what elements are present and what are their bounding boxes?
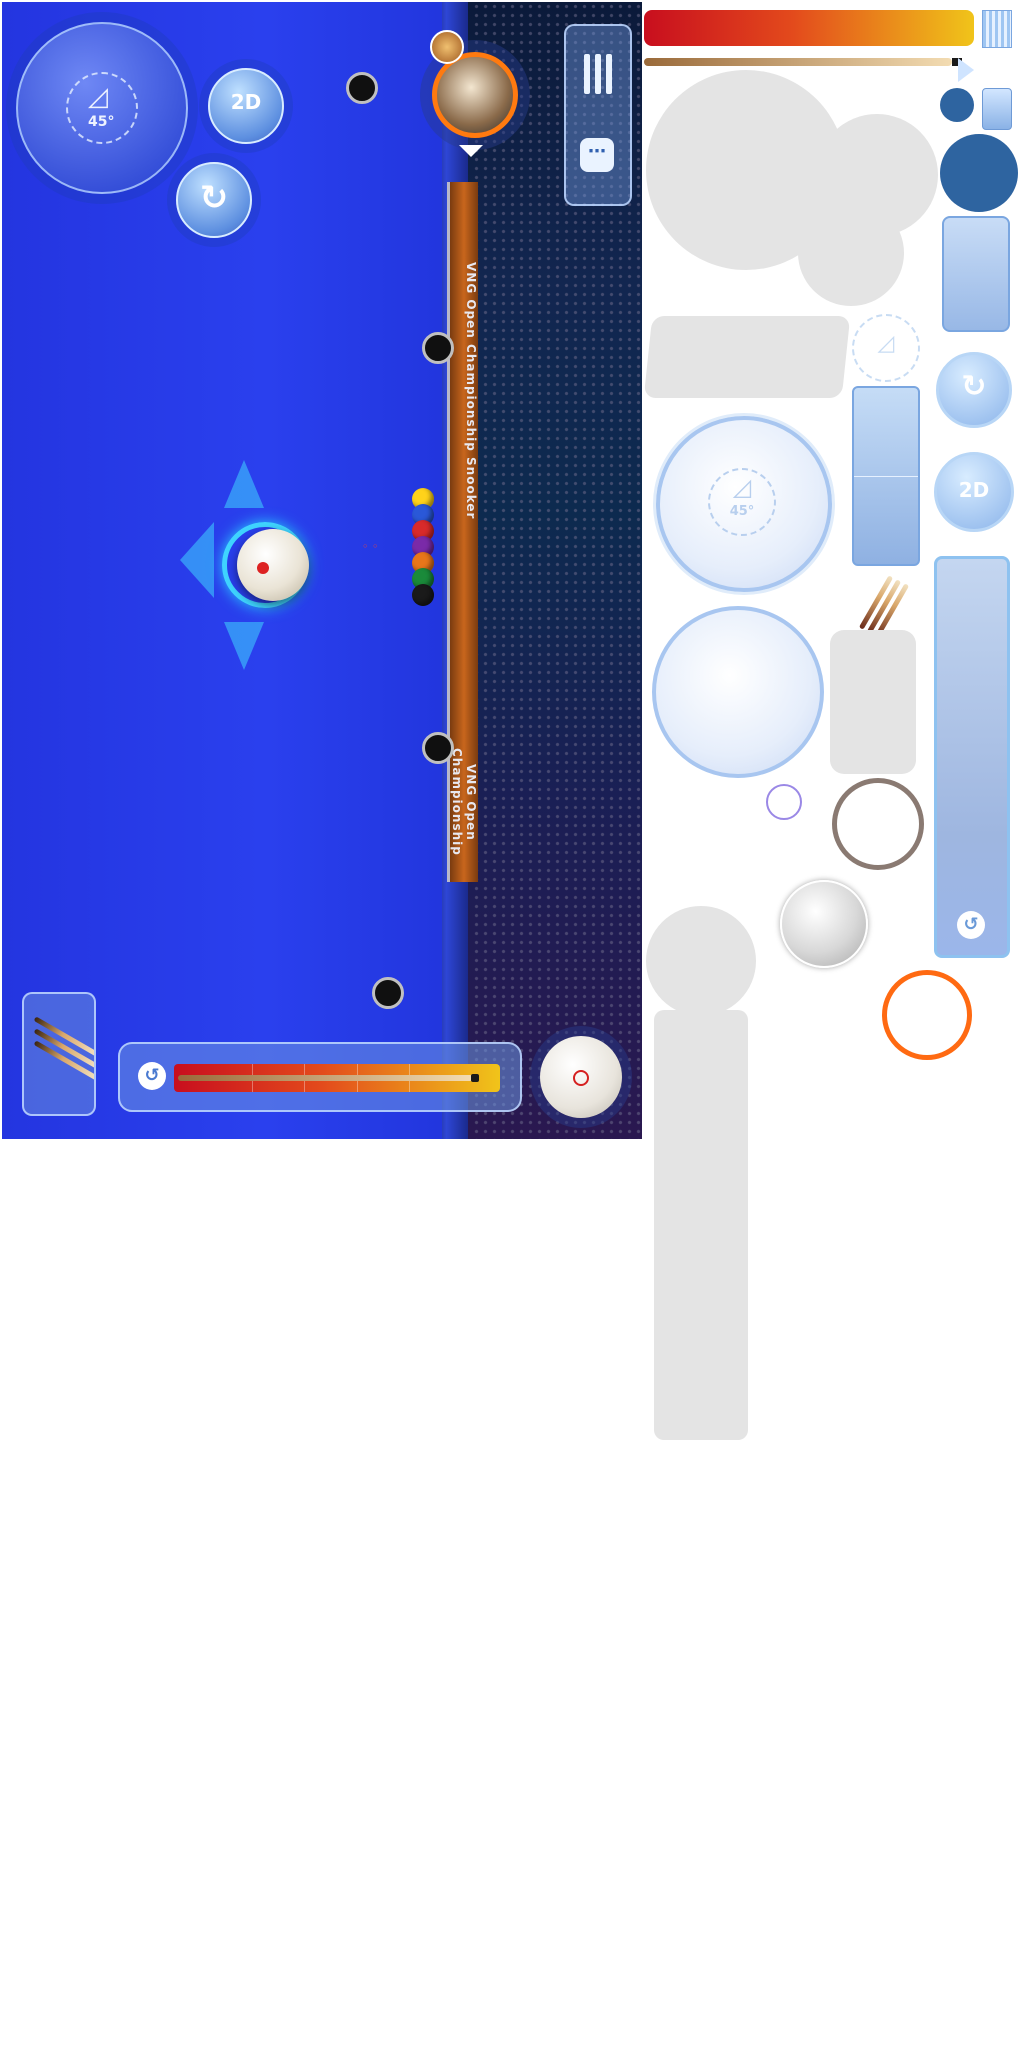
cue-ball[interactable] xyxy=(237,529,309,601)
pocket-top xyxy=(346,72,378,104)
atlas-glass-dial xyxy=(652,606,824,778)
ball-rack xyxy=(409,488,437,606)
atlas-angle-dial: ◿ 45° xyxy=(656,416,832,592)
atlas-placeholder xyxy=(646,906,756,1016)
side-menu: ⋯ xyxy=(564,24,632,206)
atlas-placeholder xyxy=(654,1010,748,1440)
atlas-dot xyxy=(940,88,974,122)
pocket-bottom xyxy=(372,977,404,1009)
power-bar[interactable] xyxy=(174,1064,500,1092)
cue-select-button[interactable] xyxy=(22,992,96,1116)
atlas-cue-sticks-icon xyxy=(846,570,910,638)
atlas-ring-purple xyxy=(766,784,802,820)
atlas-angle-label: 45° xyxy=(729,504,755,519)
atlas-menu-icon xyxy=(982,10,1012,48)
atlas-placeholder xyxy=(830,630,916,774)
atlas-panel xyxy=(942,216,1010,332)
spin-plus-button[interactable]: ↻ xyxy=(176,162,252,238)
atlas-2d-icon: 2D xyxy=(934,452,1014,532)
atlas-glossy-ball xyxy=(780,880,868,968)
chat-icon[interactable]: ⋯ xyxy=(580,138,614,172)
atlas-spin-icon: ↺ xyxy=(957,911,985,939)
turn-indicator-icon xyxy=(459,145,483,157)
power-slider-cue[interactable] xyxy=(178,1074,479,1082)
angle-label: 45° xyxy=(88,114,115,130)
atlas-tall-panel: ↺ xyxy=(934,556,1010,958)
banner-text-bottom: VNG Open Championship xyxy=(450,748,478,856)
game-view[interactable]: VNG Open Championship Snooker VNG Open C… xyxy=(2,2,642,1139)
angle-indicator: ◿ 45° xyxy=(66,72,138,144)
atlas-placeholder xyxy=(643,316,851,398)
spin-plus-icon: ↻ xyxy=(199,178,229,218)
aim-marker: ◦ ◦ xyxy=(362,540,379,553)
atlas-angle-icon: ◿ xyxy=(852,314,920,382)
atlas-angle-indicator: ◿ 45° xyxy=(708,468,776,536)
player-rank-badge xyxy=(430,30,464,64)
player-avatar[interactable] xyxy=(432,52,518,138)
atlas-placeholder xyxy=(798,200,904,306)
atlas-angle-glyph: ◿ xyxy=(732,473,752,501)
view-toggle-button[interactable]: 2D xyxy=(208,68,284,144)
move-up-arrow[interactable] xyxy=(224,460,264,508)
spin-icon[interactable]: ↺ xyxy=(138,1062,166,1090)
menu-icon[interactable] xyxy=(584,54,612,94)
move-down-arrow[interactable] xyxy=(224,622,264,670)
cue-ball-dot xyxy=(257,562,269,574)
spin-target-icon xyxy=(573,1070,589,1086)
sponsor-banner: VNG Open Championship Snooker VNG Open C… xyxy=(447,182,478,882)
atlas-dot-large xyxy=(940,134,1018,212)
atlas-power-bar xyxy=(644,10,974,46)
pocket-middle-lower xyxy=(422,732,454,764)
pocket-middle-upper xyxy=(422,332,454,364)
angle-dial[interactable]: ◿ 45° xyxy=(16,22,188,194)
atlas-cue-stick xyxy=(644,58,952,66)
atlas-ring-brown xyxy=(832,778,924,870)
power-panel: ↺ xyxy=(118,1042,522,1112)
atlas-ring-orange xyxy=(882,970,972,1060)
angle-icon: ◿ xyxy=(88,82,108,112)
atlas-cup-icon xyxy=(982,88,1012,130)
view-toggle-label: 2D xyxy=(230,90,262,114)
move-left-arrow[interactable] xyxy=(180,522,214,598)
atlas-spin-plus-icon: ↻ xyxy=(936,352,1012,428)
atlas-arrow-icon xyxy=(958,58,974,82)
banner-text-top: VNG Open Championship Snooker xyxy=(464,262,478,520)
ball xyxy=(412,584,434,606)
atlas-side-panel xyxy=(852,386,920,566)
spin-selector[interactable] xyxy=(540,1036,622,1118)
